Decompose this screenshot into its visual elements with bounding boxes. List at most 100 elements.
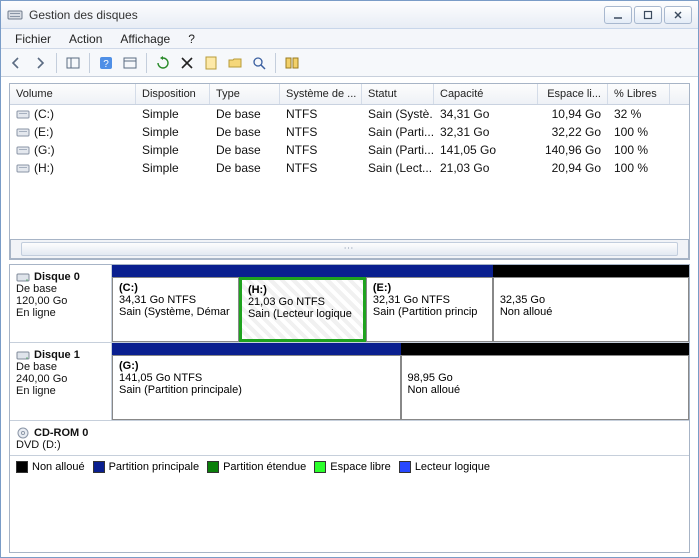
partition[interactable]: 32,35 GoNon alloué bbox=[493, 277, 689, 342]
disk-row: Disque 1De base240,00 GoEn ligne(G:)141,… bbox=[10, 343, 689, 421]
volume-free: 140,96 Go bbox=[538, 141, 608, 159]
disk-icon bbox=[16, 271, 30, 283]
legend-swatch-primary bbox=[93, 461, 105, 473]
volume-letter: (G:) bbox=[34, 143, 55, 157]
volume-type: De base bbox=[210, 159, 280, 177]
menu-view[interactable]: Affichage bbox=[112, 30, 178, 48]
menubar: Fichier Action Affichage ? bbox=[1, 29, 698, 49]
legend-swatch-extended bbox=[207, 461, 219, 473]
delete-button[interactable] bbox=[176, 52, 198, 74]
column-capacity[interactable]: Capacité bbox=[434, 84, 538, 104]
partition-size: 141,05 Go NTFS bbox=[119, 372, 394, 384]
volume-status: Sain (Systè... bbox=[362, 105, 434, 123]
titlebar: Gestion des disques bbox=[1, 1, 698, 29]
partition[interactable]: (H:)21,03 Go NTFSSain (Lecteur logique bbox=[239, 277, 366, 342]
view-options-button[interactable] bbox=[281, 52, 303, 74]
volume-type: De base bbox=[210, 123, 280, 141]
volume-status: Sain (Parti... bbox=[362, 123, 434, 141]
volume-row[interactable]: (G:)SimpleDe baseNTFSSain (Parti...141,0… bbox=[10, 141, 689, 159]
disk-map: Disque 0De base120,00 GoEn ligne(C:)34,3… bbox=[9, 264, 690, 553]
partition-status: Sain (Système, Démar bbox=[119, 306, 232, 318]
disk-state: En ligne bbox=[16, 307, 105, 319]
volume-row[interactable]: (H:) SimpleDe baseNTFSSain (Lect...21,03 … bbox=[10, 159, 689, 177]
partition[interactable]: 98,95 GoNon alloué bbox=[401, 355, 690, 420]
legend-extended: Partition étendue bbox=[223, 461, 306, 473]
partition-size: 21,03 Go NTFS bbox=[248, 296, 357, 308]
column-free[interactable]: Espace li... bbox=[538, 84, 608, 104]
volume-fs: NTFS bbox=[280, 159, 362, 177]
volume-capacity: 34,31 Go bbox=[434, 105, 538, 123]
disk-size: 240,00 Go bbox=[16, 373, 105, 385]
volume-percent: 100 % bbox=[608, 141, 670, 159]
volume-capacity: 21,03 Go bbox=[434, 159, 538, 177]
svg-text:?: ? bbox=[103, 59, 109, 70]
properties-button[interactable] bbox=[119, 52, 141, 74]
forward-button[interactable] bbox=[29, 52, 51, 74]
properties2-button[interactable] bbox=[200, 52, 222, 74]
disk-row: Disque 0De base120,00 GoEn ligne(C:)34,3… bbox=[10, 265, 689, 343]
volume-letter: (C:) bbox=[34, 107, 54, 121]
column-type[interactable]: Type bbox=[210, 84, 280, 104]
partition-letter: (G:) bbox=[119, 360, 394, 372]
column-disposition[interactable]: Disposition bbox=[136, 84, 210, 104]
legend-logical: Lecteur logique bbox=[415, 461, 490, 473]
partition[interactable]: (C:)34,31 Go NTFSSain (Système, Démar bbox=[112, 277, 239, 342]
maximize-button[interactable] bbox=[634, 6, 662, 24]
partition-status: Non alloué bbox=[408, 384, 683, 396]
help-button[interactable]: ? bbox=[95, 52, 117, 74]
volume-row[interactable]: (E:)SimpleDe baseNTFSSain (Parti...32,31… bbox=[10, 123, 689, 141]
volume-fs: NTFS bbox=[280, 141, 362, 159]
volume-status: Sain (Parti... bbox=[362, 141, 434, 159]
partition-letter: (E:) bbox=[373, 282, 486, 294]
volume-disposition: Simple bbox=[136, 123, 210, 141]
volume-letter: (H:) bbox=[34, 161, 54, 175]
volume-list: Volume Disposition Type Système de ... S… bbox=[9, 83, 690, 260]
horizontal-scrollbar[interactable] bbox=[10, 239, 689, 259]
refresh-button[interactable] bbox=[152, 52, 174, 74]
volume-list-header: Volume Disposition Type Système de ... S… bbox=[10, 84, 689, 105]
menu-action[interactable]: Action bbox=[61, 30, 110, 48]
partition-status: Sain (Partition principale) bbox=[119, 384, 394, 396]
volume-free: 20,94 Go bbox=[538, 159, 608, 177]
app-icon bbox=[7, 7, 23, 23]
volume-letter: (E:) bbox=[34, 125, 53, 139]
partition[interactable]: (E:)32,31 Go NTFSSain (Partition princip bbox=[366, 277, 493, 342]
volume-fs: NTFS bbox=[280, 123, 362, 141]
show-hide-tree-button[interactable] bbox=[62, 52, 84, 74]
partition-letter: (C:) bbox=[119, 282, 232, 294]
legend-free: Espace libre bbox=[330, 461, 391, 473]
column-status[interactable]: Statut bbox=[362, 84, 434, 104]
cdrom-row[interactable]: CD-ROM 0 DVD (D:) bbox=[10, 421, 689, 455]
legend-swatch-logical bbox=[399, 461, 411, 473]
disk-type: De base bbox=[16, 361, 105, 373]
column-volume[interactable]: Volume bbox=[10, 84, 136, 104]
volume-free: 32,22 Go bbox=[538, 123, 608, 141]
column-filesystem[interactable]: Système de ... bbox=[280, 84, 362, 104]
volume-disposition: Simple bbox=[136, 141, 210, 159]
disk-size: 120,00 Go bbox=[16, 295, 105, 307]
close-button[interactable] bbox=[664, 6, 692, 24]
volume-status: Sain (Lect... bbox=[362, 159, 434, 177]
explore-button[interactable] bbox=[248, 52, 270, 74]
back-button[interactable] bbox=[5, 52, 27, 74]
volume-row[interactable]: (C:)SimpleDe baseNTFSSain (Systè...34,31… bbox=[10, 105, 689, 123]
disk-type: De base bbox=[16, 283, 105, 295]
legend-swatch-unalloc bbox=[16, 461, 28, 473]
volume-percent: 32 % bbox=[608, 105, 670, 123]
partition[interactable]: (G:)141,05 Go NTFSSain (Partition princi… bbox=[112, 355, 401, 420]
menu-file[interactable]: Fichier bbox=[7, 30, 59, 48]
volume-disposition: Simple bbox=[136, 159, 210, 177]
partition-size: 32,35 Go bbox=[500, 294, 682, 306]
volume-free: 10,94 Go bbox=[538, 105, 608, 123]
cdrom-name: CD-ROM 0 bbox=[34, 427, 88, 439]
content-area: Volume Disposition Type Système de ... S… bbox=[1, 77, 698, 557]
volume-disposition: Simple bbox=[136, 105, 210, 123]
partition-status: Sain (Partition princip bbox=[373, 306, 486, 318]
partition-size: 98,95 Go bbox=[408, 372, 683, 384]
column-percent[interactable]: % Libres bbox=[608, 84, 670, 104]
minimize-button[interactable] bbox=[604, 6, 632, 24]
menu-help[interactable]: ? bbox=[180, 30, 203, 48]
volume-icon bbox=[16, 126, 30, 138]
open-button[interactable] bbox=[224, 52, 246, 74]
window-title: Gestion des disques bbox=[29, 8, 604, 22]
